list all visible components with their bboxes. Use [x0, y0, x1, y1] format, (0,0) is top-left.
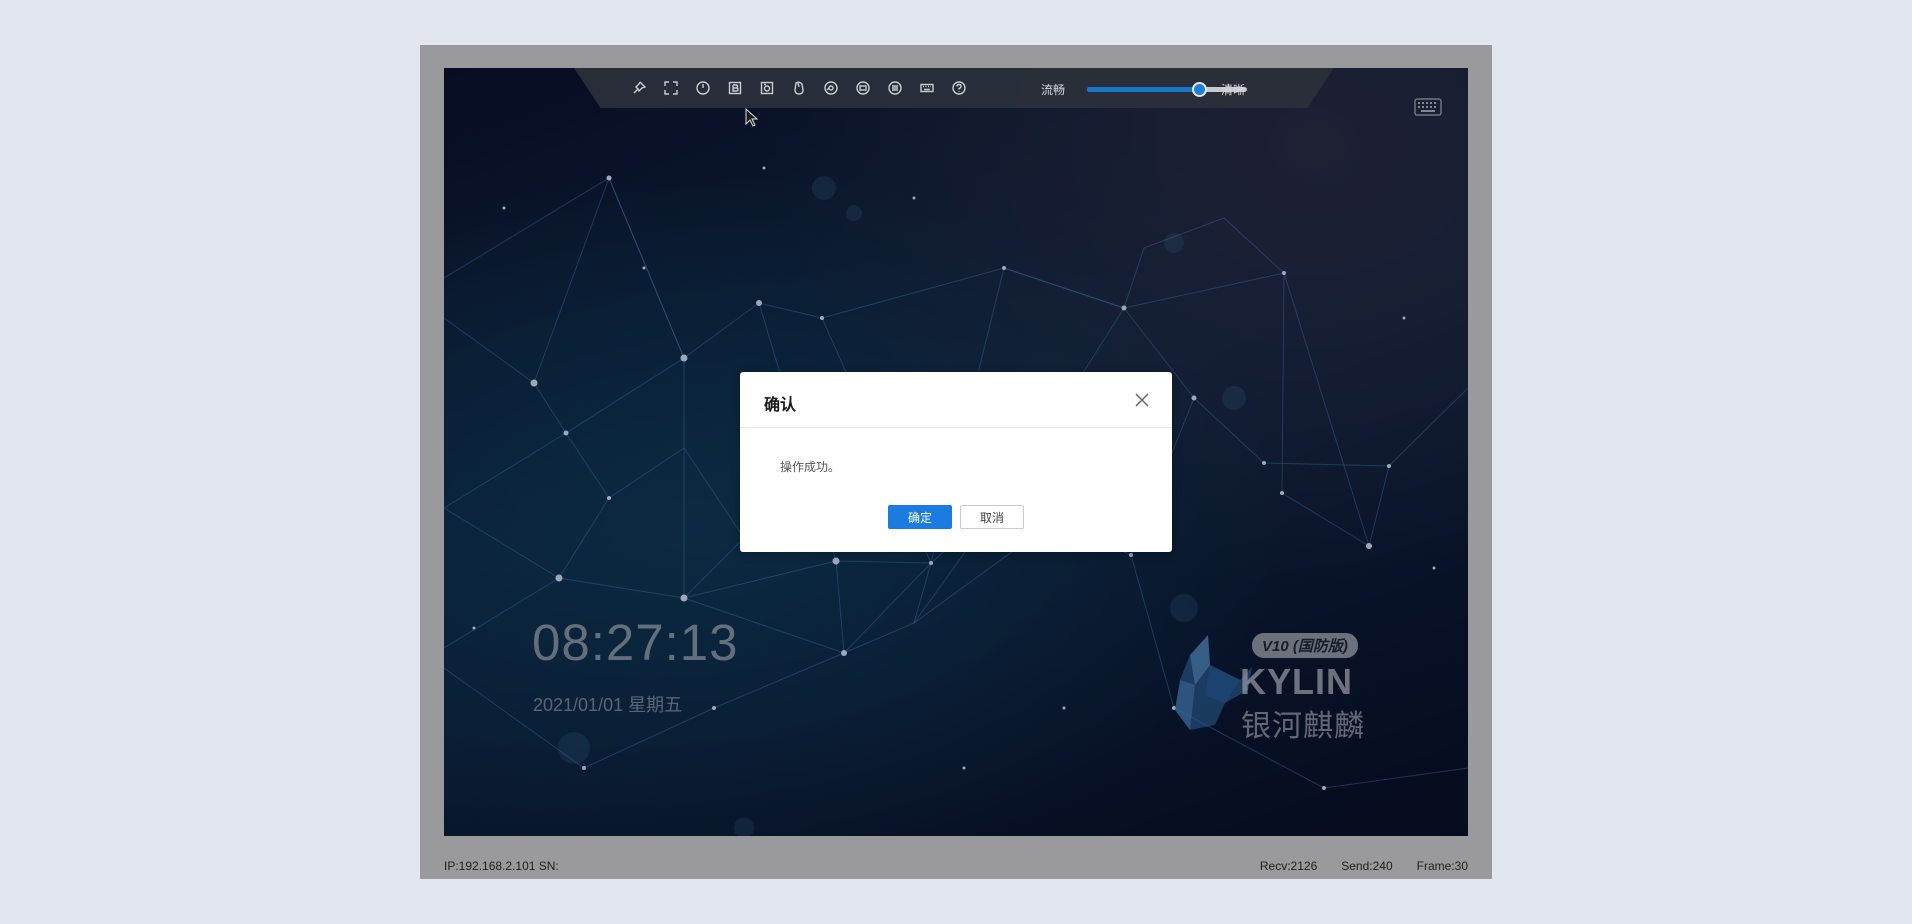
ok-button[interactable]: 确定 — [888, 505, 952, 529]
cancel-button[interactable]: 取消 — [960, 505, 1024, 529]
quality-smooth-label: 流畅 — [1041, 83, 1066, 97]
quality-clear-label: 清晰 — [1221, 83, 1246, 97]
dialog-divider — [740, 427, 1172, 428]
confirm-dialog: 确认 操作成功。 确定 取消 — [740, 372, 1172, 552]
fullscreen-icon[interactable] — [661, 78, 681, 98]
dialog-title: 确认 — [764, 397, 797, 414]
help-icon[interactable] — [949, 78, 969, 98]
quality-slider-thumb[interactable] — [1192, 82, 1207, 97]
disc-icon[interactable] — [821, 78, 841, 98]
b-icon[interactable] — [725, 78, 745, 98]
kvm-console-frame: 08:27:13 2021/01/01 星期五 V10 (国防版) KYLIN … — [420, 45, 1492, 879]
dialog-message: 操作成功。 — [780, 460, 841, 474]
close-icon[interactable] — [1134, 392, 1150, 408]
record-icon[interactable] — [853, 78, 873, 98]
mouse-icon[interactable] — [789, 78, 809, 98]
kvm-toolbar: 流畅 清晰 — [574, 68, 1334, 108]
menu-icon[interactable] — [885, 78, 905, 98]
remote-desktop-screen[interactable]: 08:27:13 2021/01/01 星期五 V10 (国防版) KYLIN … — [444, 68, 1468, 836]
status-stats: Recv:2126 Send:240 Frame:30 — [1260, 859, 1468, 873]
quality-slider-fill — [1087, 87, 1199, 92]
power-icon[interactable] — [693, 78, 713, 98]
status-recv: Recv:2126 — [1259, 859, 1318, 873]
status-ip-sn: IP:192.168.2.101 SN: — [444, 859, 559, 873]
mouse-cursor-icon — [745, 108, 759, 127]
status-send: Send:240 — [1341, 859, 1393, 873]
keyboard-icon[interactable] — [917, 78, 937, 98]
status-frame: Frame:30 — [1416, 859, 1468, 873]
screenshot-icon[interactable] — [757, 78, 777, 98]
pin-icon[interactable] — [629, 78, 649, 98]
